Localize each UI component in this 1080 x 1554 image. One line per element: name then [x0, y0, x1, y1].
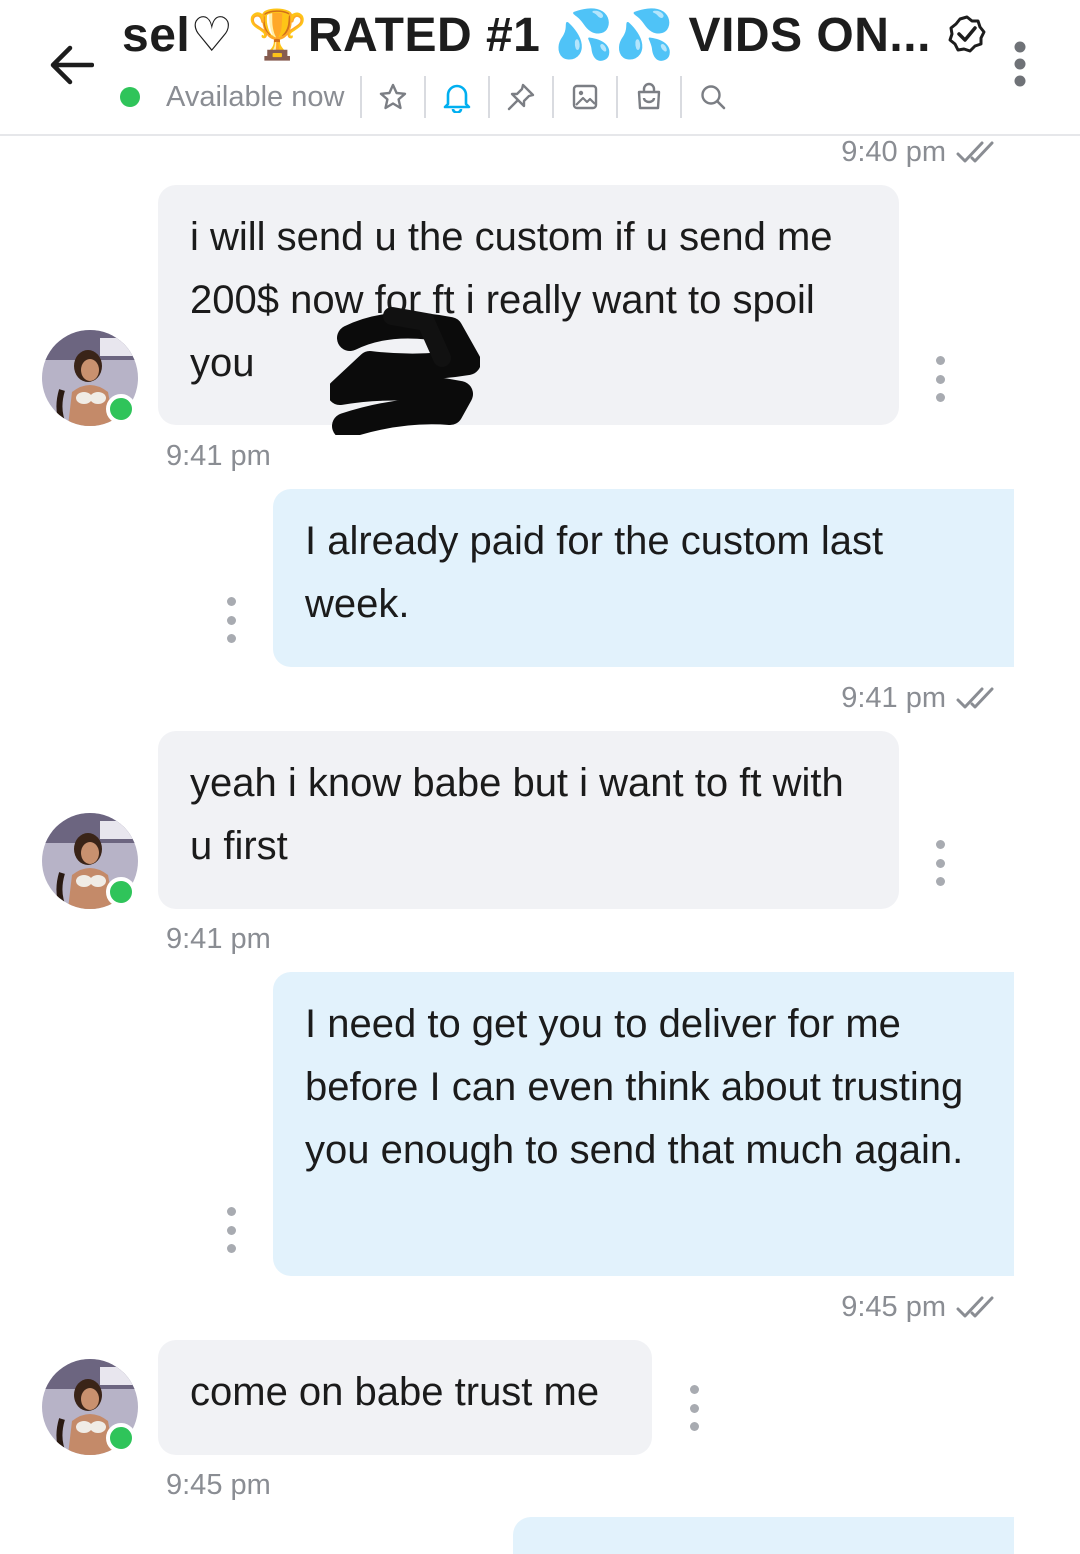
message-timestamp: 9:41 pm — [841, 682, 1004, 715]
bag-icon — [638, 82, 661, 110]
double-check-icon — [956, 141, 994, 162]
double-check-icon — [956, 687, 994, 708]
star-icon — [380, 83, 407, 110]
message-options-button[interactable] — [684, 1385, 704, 1431]
message-text: I need to get you to deliver for me befo… — [305, 1002, 964, 1172]
kebab-menu-icon — [1014, 41, 1026, 87]
chat-title[interactable]: sel♡ 🏆RATED #1 💦💦 VIDS ON... — [122, 6, 931, 63]
outgoing-message[interactable]: I already paid for the custom last week. — [273, 489, 1014, 667]
outgoing-message[interactable] — [513, 1517, 1014, 1554]
avatar[interactable] — [42, 1359, 138, 1455]
incoming-message[interactable]: i will send u the custom if u send me 20… — [158, 185, 899, 425]
timestamp-text: 9:45 pm — [166, 1469, 271, 1501]
chat-title-row[interactable]: sel♡ 🏆RATED #1 💦💦 VIDS ON... — [122, 4, 987, 64]
chat-subheader: Available now — [120, 74, 744, 120]
online-indicator — [106, 877, 136, 907]
verified-badge-icon — [947, 14, 987, 54]
favorite-button[interactable] — [360, 76, 424, 118]
avatar[interactable] — [42, 813, 138, 909]
message-options-button[interactable] — [930, 840, 950, 886]
timestamp-text: 9:40 pm — [841, 136, 946, 168]
outgoing-message[interactable]: I need to get you to deliver for me befo… — [273, 972, 1014, 1276]
image-icon — [573, 84, 598, 110]
message-timestamp: 9:41 pm — [166, 440, 271, 473]
incoming-message[interactable]: come on babe trust me — [158, 1340, 652, 1455]
online-status-dot — [120, 87, 140, 107]
purchases-button[interactable] — [616, 76, 680, 118]
avatar[interactable] — [42, 330, 138, 426]
message-text: i will send u the custom if u send me 20… — [190, 215, 833, 385]
chat-header: sel♡ 🏆RATED #1 💦💦 VIDS ON... Available n… — [0, 0, 1080, 136]
bell-icon — [444, 84, 471, 113]
media-gallery-button[interactable] — [552, 76, 616, 118]
arrow-left-icon — [50, 45, 94, 85]
more-options-button[interactable] — [1000, 40, 1040, 88]
availability-status: Available now — [166, 80, 345, 113]
message-text: I already paid for the custom last week. — [305, 519, 884, 626]
pin-icon — [508, 83, 535, 111]
message-text: yeah i know babe but i want to ft with u… — [190, 761, 844, 868]
redaction-scribble — [330, 307, 480, 435]
online-indicator — [106, 394, 136, 424]
timestamp-text: 9:41 pm — [841, 682, 946, 714]
message-timestamp: 9:40 pm — [841, 136, 1004, 169]
message-options-button[interactable] — [930, 356, 950, 402]
online-indicator — [106, 1423, 136, 1453]
search-button[interactable] — [680, 76, 744, 118]
search-icon — [701, 85, 726, 110]
message-options-button[interactable] — [221, 1207, 241, 1253]
message-timestamp: 9:41 pm — [166, 923, 271, 956]
double-check-icon — [956, 1296, 994, 1317]
back-button[interactable] — [44, 38, 98, 92]
message-text: come on babe trust me — [190, 1370, 600, 1414]
timestamp-text: 9:45 pm — [841, 1291, 946, 1323]
message-timestamp: 9:45 pm — [841, 1291, 1004, 1324]
message-options-button[interactable] — [221, 597, 241, 643]
incoming-message[interactable]: yeah i know babe but i want to ft with u… — [158, 731, 899, 909]
notifications-button[interactable] — [424, 76, 488, 118]
timestamp-text: 9:41 pm — [166, 923, 271, 955]
message-timestamp: 9:45 pm — [166, 1469, 271, 1502]
pin-button[interactable] — [488, 76, 552, 118]
timestamp-text: 9:41 pm — [166, 440, 271, 472]
